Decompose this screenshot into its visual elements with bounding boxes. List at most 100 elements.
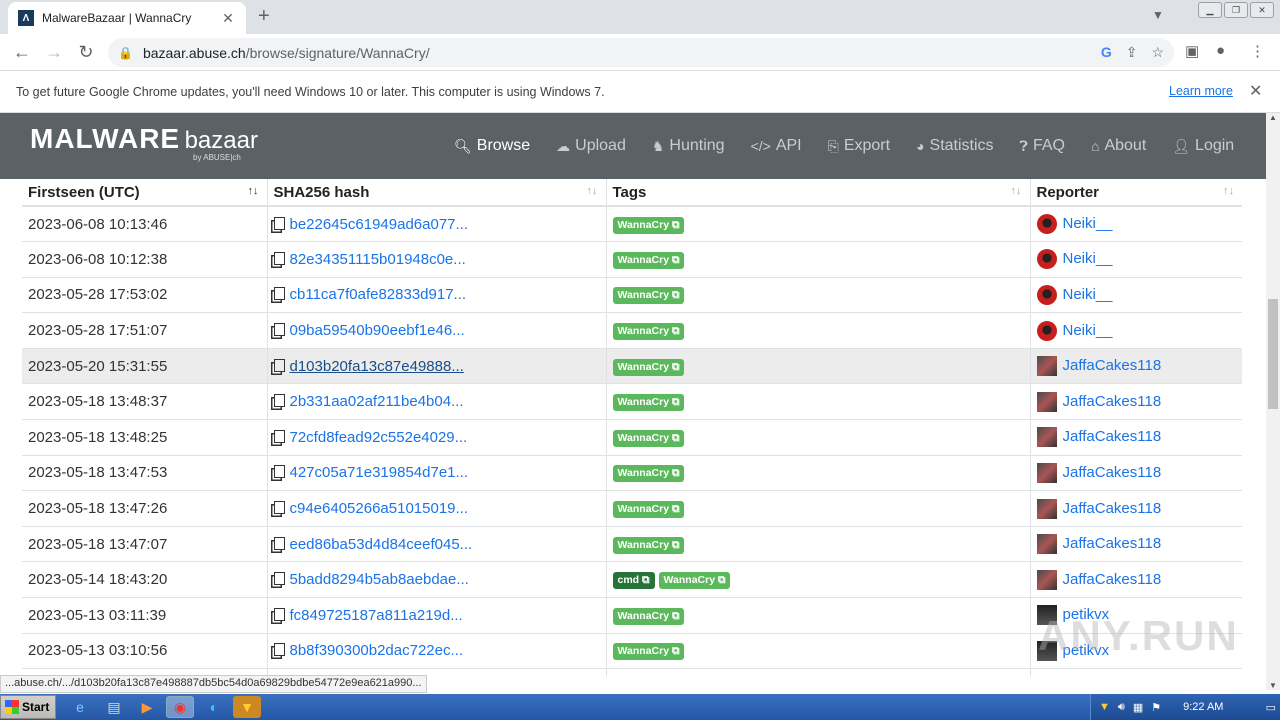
browser-tab[interactable]: Λ MalwareBazaar | WannaCry ✕ bbox=[8, 2, 246, 34]
clock[interactable]: 9:22 AM bbox=[1183, 701, 1223, 713]
tag-badge[interactable]: WannaCry ⧉ bbox=[612, 251, 685, 269]
reporter-link[interactable]: Neiki__ bbox=[1063, 250, 1113, 267]
reporter-link[interactable]: JaffaCakes118 bbox=[1063, 500, 1162, 517]
nav-hunting[interactable]: ♞ Hunting bbox=[652, 137, 725, 155]
start-button[interactable]: Start bbox=[0, 695, 56, 719]
tag-badge[interactable]: WannaCry ⧉ bbox=[612, 607, 685, 625]
hash-link[interactable]: d103b20fa13c87e49888... bbox=[290, 358, 464, 375]
header-tags[interactable]: Tags ↑↓ bbox=[605, 179, 1030, 207]
header-reporter[interactable]: Reporter ↑↓ bbox=[1029, 179, 1242, 207]
hash-link[interactable]: fc849725187a811a219d... bbox=[290, 607, 463, 624]
close-window-icon[interactable]: ✕ bbox=[1250, 2, 1274, 18]
reporter-link[interactable]: JaffaCakes118 bbox=[1063, 571, 1162, 588]
tag-badge[interactable]: WannaCry ⧉ bbox=[612, 358, 685, 376]
copy-icon[interactable] bbox=[273, 394, 285, 408]
copy-icon[interactable] bbox=[273, 607, 285, 621]
copy-icon[interactable] bbox=[273, 323, 285, 337]
infobar-close-icon[interactable]: ✕ bbox=[1249, 81, 1262, 101]
nav-api[interactable]: </> API bbox=[751, 137, 802, 155]
hash-link[interactable]: 82e34351115b01948c0e... bbox=[290, 251, 466, 268]
nav-about[interactable]: ⌂ About bbox=[1091, 137, 1146, 155]
profile-icon[interactable]: ● bbox=[1216, 42, 1225, 59]
nav-login[interactable]: 👤︎ Login bbox=[1172, 137, 1234, 155]
action-center-flag-icon[interactable]: ⚑ bbox=[1151, 701, 1161, 714]
hash-link[interactable]: be22645c61949ad6a077... bbox=[290, 216, 469, 233]
copy-icon[interactable] bbox=[273, 465, 285, 479]
reload-icon[interactable]: ↻ bbox=[75, 42, 97, 63]
copy-icon[interactable] bbox=[273, 429, 285, 443]
reporter-link[interactable]: Neiki__ bbox=[1063, 215, 1113, 232]
reporter-link[interactable]: Neiki__ bbox=[1063, 286, 1113, 303]
copy-icon[interactable] bbox=[273, 643, 285, 657]
hash-link[interactable]: 09ba59540b90eebf1e46... bbox=[290, 322, 465, 339]
tag-badge[interactable]: WannaCry ⧉ bbox=[658, 572, 731, 590]
copy-icon[interactable] bbox=[273, 287, 285, 301]
edge-icon[interactable]: ◐ bbox=[200, 696, 228, 718]
copy-icon[interactable] bbox=[273, 536, 285, 550]
header-sha256[interactable]: SHA256 hash ↑↓ bbox=[266, 179, 606, 207]
ie-icon[interactable]: e bbox=[66, 696, 94, 718]
nav-statistics[interactable]: ◕ Statistics bbox=[916, 137, 993, 155]
header-firstseen[interactable]: Firstseen (UTC) ↑↓ bbox=[22, 179, 267, 207]
menu-kebab-icon[interactable]: ⋮ bbox=[1250, 42, 1265, 60]
page-scrollbar[interactable]: ▲ ▼ bbox=[1266, 113, 1280, 690]
learn-more-link[interactable]: Learn more bbox=[1169, 84, 1233, 98]
scroll-thumb[interactable] bbox=[1268, 299, 1278, 409]
tab-close-icon[interactable]: ✕ bbox=[220, 10, 236, 27]
tag-badge[interactable]: WannaCry ⧉ bbox=[612, 501, 685, 519]
tag-badge[interactable]: WannaCry ⧉ bbox=[612, 394, 685, 412]
hash-link[interactable]: 2b331aa02af211be4b04... bbox=[290, 393, 464, 410]
copy-icon[interactable] bbox=[273, 501, 285, 515]
side-panel-icon[interactable]: ▣ bbox=[1185, 42, 1199, 60]
hash-link[interactable]: cb11ca7f0afe82833d917... bbox=[290, 286, 467, 303]
nav-export[interactable]: ⎘ Export bbox=[828, 137, 890, 155]
hash-link[interactable]: eed86ba53d4d84ceef045... bbox=[290, 536, 473, 553]
nav-browse[interactable]: 🔍︎ Browse bbox=[454, 137, 530, 155]
tag-badge[interactable]: WannaCry ⧉ bbox=[612, 465, 685, 483]
copy-icon[interactable] bbox=[273, 572, 285, 586]
tag-badge[interactable]: WannaCry ⧉ bbox=[612, 643, 685, 661]
network-icon[interactable]: ▦ bbox=[1133, 701, 1143, 714]
hash-link[interactable]: 5badd8294b5ab8aebdae... bbox=[290, 571, 469, 588]
reporter-link[interactable]: JaffaCakes118 bbox=[1063, 428, 1162, 445]
copy-icon[interactable] bbox=[273, 251, 285, 265]
malwarebazaar-logo[interactable]: MALWARE bazaar bbox=[30, 123, 258, 155]
explorer-folder-icon[interactable]: ▤ bbox=[100, 696, 128, 718]
tag-badge[interactable]: WannaCry ⧉ bbox=[612, 287, 685, 305]
reporter-link[interactable]: JaffaCakes118 bbox=[1063, 357, 1162, 374]
hash-link[interactable]: 427c05a71e319854d7e1... bbox=[290, 464, 469, 481]
new-tab-icon[interactable]: + bbox=[258, 5, 270, 28]
chrome-icon[interactable]: ◉ bbox=[166, 696, 194, 718]
tag-badge[interactable]: WannaCry ⧉ bbox=[612, 216, 685, 234]
tag-badge[interactable]: WannaCry ⧉ bbox=[612, 323, 685, 341]
reporter-link[interactable]: Neiki__ bbox=[1063, 322, 1113, 339]
back-icon[interactable]: ← bbox=[11, 42, 33, 63]
forward-icon[interactable]: → bbox=[43, 42, 65, 63]
minimize-icon[interactable]: ▁ bbox=[1198, 2, 1222, 18]
hash-link[interactable]: 72cfd8fead92c552e4029... bbox=[290, 429, 468, 446]
volume-icon[interactable]: 🔊︎ bbox=[1118, 701, 1125, 714]
reporter-link[interactable]: JaffaCakes118 bbox=[1063, 464, 1162, 481]
media-player-icon[interactable]: ▶ bbox=[133, 696, 161, 718]
reporter-link[interactable]: JaffaCakes118 bbox=[1063, 535, 1162, 552]
lock-icon[interactable]: 🔒 bbox=[118, 46, 133, 60]
reporter-link[interactable]: JaffaCakes118 bbox=[1063, 393, 1162, 410]
share-icon[interactable]: ⇪ bbox=[1126, 44, 1138, 61]
app-icon[interactable]: ▼ bbox=[233, 696, 261, 718]
nav-upload[interactable]: ☁ Upload bbox=[556, 137, 626, 155]
tag-badge[interactable]: WannaCry ⧉ bbox=[612, 429, 685, 447]
tag-badge[interactable]: WannaCry ⧉ bbox=[612, 536, 685, 554]
bookmark-star-icon[interactable]: ☆ bbox=[1151, 44, 1164, 61]
restore-icon[interactable]: ❐ bbox=[1224, 2, 1248, 18]
address-bar[interactable]: 🔒 bazaar.abuse.ch/browse/signature/Wanna… bbox=[108, 38, 1174, 67]
show-desktop-icon[interactable]: ▭ bbox=[1266, 701, 1276, 714]
tab-search-chevron-icon[interactable]: ▼ bbox=[1152, 8, 1164, 22]
tray-anyrun-icon[interactable]: ▼ bbox=[1099, 701, 1110, 713]
copy-icon[interactable] bbox=[273, 216, 285, 230]
tag-badge[interactable]: cmd ⧉ bbox=[612, 572, 655, 590]
hash-link[interactable]: 8b8f390300b2dac722ec... bbox=[290, 642, 464, 659]
google-icon[interactable]: G bbox=[1101, 44, 1112, 61]
hash-link[interactable]: c94e6405266a51015019... bbox=[290, 500, 469, 517]
scroll-down-icon[interactable]: ▼ bbox=[1269, 681, 1277, 690]
scroll-up-icon[interactable]: ▲ bbox=[1269, 113, 1277, 122]
